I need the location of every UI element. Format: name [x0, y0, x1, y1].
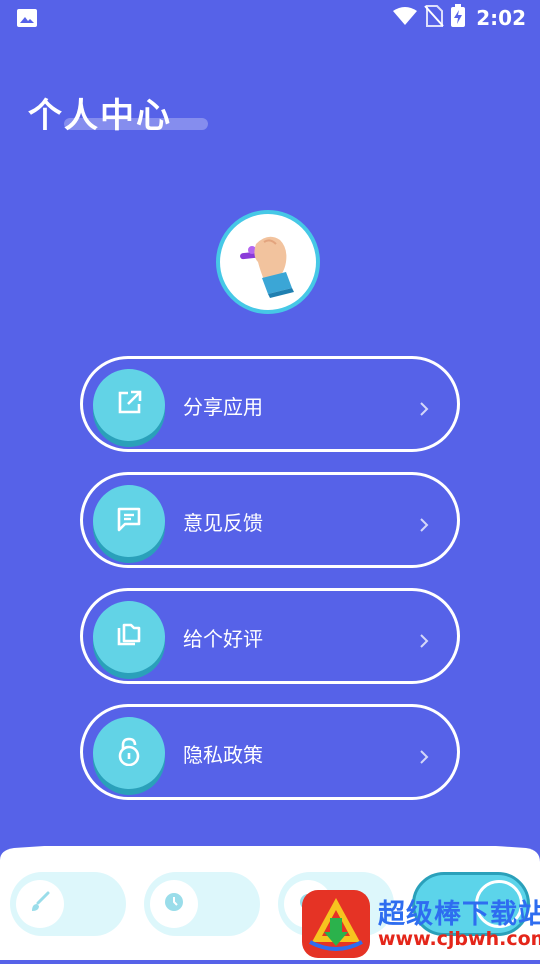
- wifi-icon: [392, 6, 418, 30]
- menu-item-privacy-policy[interactable]: 隐私政策: [80, 704, 460, 800]
- watermark-title: 超级棒下载站: [378, 899, 540, 930]
- menu-icon-button: [93, 369, 165, 441]
- menu-item-label: 隐私政策: [183, 743, 263, 767]
- nav-tab-brush[interactable]: [10, 872, 126, 936]
- chevron-right-icon: [419, 401, 429, 421]
- chevron-right-icon: [419, 749, 429, 769]
- menu-icon-button: [93, 485, 165, 557]
- menu-item-label: 意见反馈: [183, 511, 263, 535]
- nav-tab-clock[interactable]: [144, 872, 260, 936]
- privacy-lock-icon: [115, 736, 143, 770]
- hand-holding-pen-icon: [240, 236, 294, 298]
- download-site-logo: [300, 888, 372, 964]
- menu-item-label: 给个好评: [183, 627, 263, 651]
- chevron-right-icon: [419, 633, 429, 653]
- menu-icon-button: [93, 601, 165, 673]
- menu-item-share-app[interactable]: 分享应用: [80, 356, 460, 452]
- watermark-url: www.cjbwh.com: [378, 928, 540, 950]
- feedback-icon: [115, 505, 143, 537]
- page-header: 个人中心: [28, 88, 208, 137]
- page-title: 个人中心: [28, 96, 172, 136]
- menu-item-label: 分享应用: [183, 395, 263, 419]
- gallery-notification-icon: [16, 8, 38, 32]
- share-icon: [115, 389, 143, 421]
- menu-icon-button: [93, 717, 165, 789]
- rate-icon: [115, 621, 143, 653]
- nav-icon-circle: [150, 880, 198, 928]
- menu-item-rate[interactable]: 给个好评: [80, 588, 460, 684]
- nav-icon-circle: [16, 880, 64, 928]
- status-bar: 2:02: [0, 0, 540, 36]
- site-watermark: 超级棒下载站 www.cjbwh.com: [298, 884, 540, 960]
- status-time: 2:02: [476, 6, 526, 30]
- menu-item-feedback[interactable]: 意见反馈: [80, 472, 460, 568]
- no-sim-icon: [424, 4, 444, 32]
- chevron-right-icon: [419, 517, 429, 537]
- clock-icon: [162, 890, 186, 918]
- avatar[interactable]: [216, 210, 320, 314]
- battery-charging-icon: [450, 4, 466, 32]
- brush-icon: [28, 890, 52, 918]
